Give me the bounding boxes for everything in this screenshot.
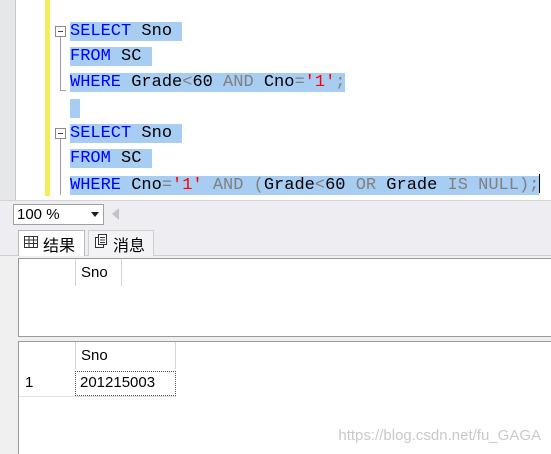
- sql-text: Sno: [131, 22, 183, 41]
- tab-results-label: 结果: [43, 238, 76, 255]
- results-pane: Sno Sno 1 201215003 https://blog.csdn.ne…: [0, 256, 551, 454]
- sql-text: 60: [325, 176, 356, 195]
- selected-blank-line: [70, 99, 81, 118]
- sql-keyword: WHERE: [70, 73, 122, 92]
- code-line[interactable]: SELECT Sno: [70, 123, 183, 145]
- change-tracking-bar: [45, 0, 50, 196]
- sql-text: 60: [192, 73, 224, 92]
- sql-keyword: FROM: [70, 47, 111, 66]
- zoom-value: 100 %: [17, 206, 60, 223]
- code-line[interactable]: WHERE Cno='1' AND (Grade<60 OR Grade IS …: [70, 174, 541, 196]
- editor-status-bar: 100 %: [0, 200, 551, 226]
- column-separator: [175, 342, 176, 369]
- row-number: 1: [25, 374, 34, 391]
- sql-operator: =: [294, 73, 305, 92]
- sql-text: Grade: [376, 176, 448, 195]
- sql-text: Grade: [263, 176, 315, 195]
- code-line[interactable]: FROM SC: [70, 46, 152, 68]
- sql-keyword-and: AND: [212, 176, 244, 195]
- sql-operator: );: [518, 176, 540, 195]
- code-line[interactable]: [70, 98, 81, 120]
- row-separator: [19, 396, 176, 397]
- sql-string: '1': [304, 73, 336, 92]
- sql-keyword: SELECT: [70, 22, 132, 41]
- code-line[interactable]: SELECT Sno: [70, 21, 183, 43]
- chevron-down-icon[interactable]: [91, 212, 99, 217]
- column-separator: [121, 259, 122, 286]
- column-header[interactable]: Sno: [75, 259, 108, 286]
- sql-keyword-is-null: IS NULL: [447, 176, 519, 195]
- sql-text: Cno: [253, 73, 295, 92]
- editor-margin: [0, 0, 15, 200]
- grid-icon: [24, 235, 38, 253]
- code-line[interactable]: WHERE Grade<60 AND Cno='1';: [70, 72, 346, 94]
- sql-text: Cno: [121, 176, 162, 195]
- results-tab-bar: 结果 消息: [0, 226, 551, 257]
- sql-operator: (: [243, 176, 264, 195]
- sql-keyword: WHERE: [70, 176, 122, 195]
- sql-text: Sno: [131, 124, 183, 143]
- table-cell[interactable]: 201215003: [75, 371, 176, 396]
- tab-messages[interactable]: 消息: [88, 230, 154, 256]
- sql-string: '1': [172, 176, 203, 195]
- watermark: https://blog.csdn.net/fu_GAGA: [338, 427, 541, 444]
- message-icon: [94, 234, 108, 253]
- sql-keyword: FROM: [70, 149, 111, 168]
- code-line[interactable]: FROM SC: [70, 148, 152, 170]
- outline-line: [60, 37, 61, 90]
- tab-results[interactable]: 结果: [18, 230, 85, 257]
- scroll-left-icon[interactable]: [112, 208, 119, 220]
- outline-end-tick: [60, 90, 66, 91]
- collapse-icon[interactable]: [55, 26, 66, 37]
- collapse-icon[interactable]: [55, 128, 66, 139]
- text-caret: [539, 174, 541, 193]
- column-header[interactable]: Sno: [75, 342, 108, 369]
- outline-line: [60, 139, 61, 195]
- sql-keyword-and: AND: [223, 73, 254, 92]
- sql-operator: =: [161, 176, 173, 195]
- sql-text: SC: [110, 149, 152, 168]
- sql-operator: <: [182, 73, 193, 92]
- editor-gutter: [16, 0, 46, 200]
- sql-operator: ;: [335, 73, 346, 92]
- sql-editor[interactable]: SELECT Sno FROM SC WHERE Grade<60 AND Cn…: [0, 0, 551, 200]
- sql-operator: <: [314, 176, 326, 195]
- sql-keyword: SELECT: [70, 124, 132, 143]
- sql-text: Grade: [121, 73, 183, 92]
- result-grid[interactable]: Sno: [18, 258, 551, 337]
- tab-messages-label: 消息: [113, 237, 146, 255]
- sql-text: SC: [110, 47, 152, 66]
- zoom-select[interactable]: 100 %: [13, 204, 104, 225]
- sql-keyword-or: OR: [355, 176, 377, 195]
